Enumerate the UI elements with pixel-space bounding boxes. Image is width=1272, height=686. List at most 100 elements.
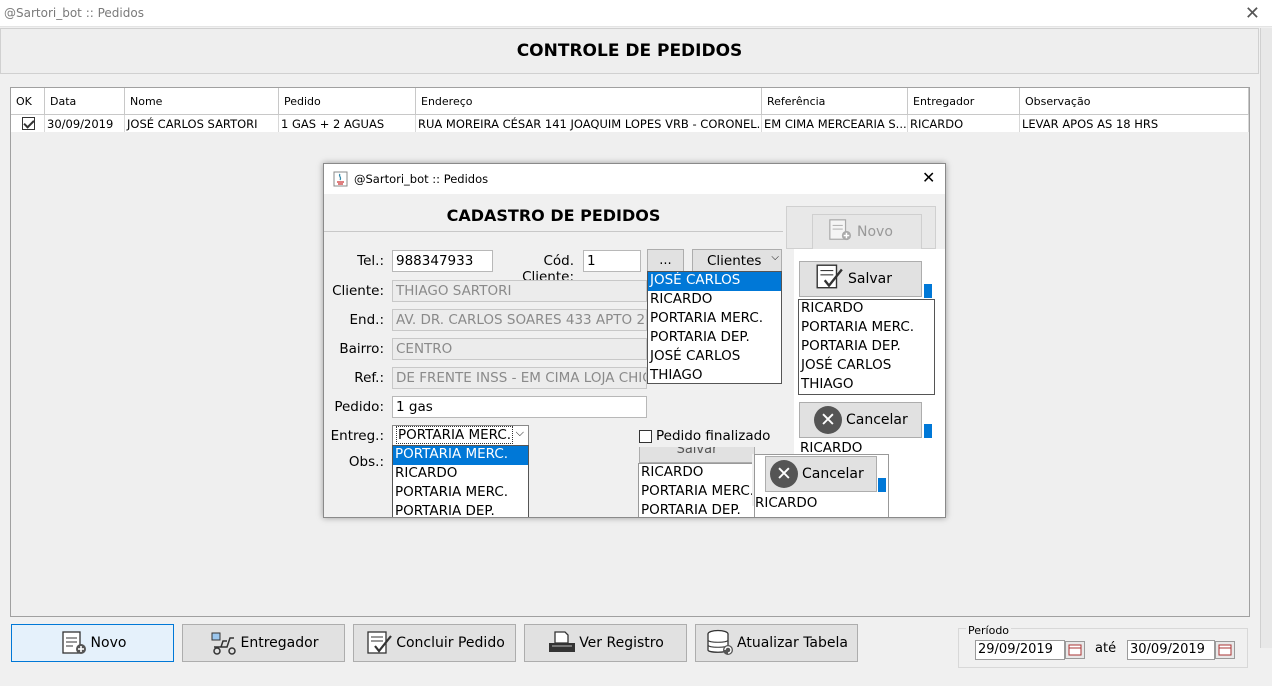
cadastro-dialog: @Sartori_bot :: Pedidos ✕ CADASTRO DE PE… <box>323 163 946 518</box>
pedido-label: Pedido: <box>334 399 384 415</box>
entreg-select[interactable]: PORTARIA MERC. ⌵ <box>392 425 529 446</box>
column-header-pedido[interactable]: Pedido <box>279 88 416 115</box>
list-item[interactable]: PORTARIA DEP. <box>799 338 934 357</box>
ghost-list[interactable]: RICARDO PORTARIA MERC. PORTARIA DEP. <box>638 463 755 517</box>
ref-field[interactable]: DE FRENTE INSS - EM CIMA LOJA CHICO <box>392 367 647 389</box>
clientes-dropdown-list[interactable]: JOSÉ CARLOS RICARDO PORTARIA MERC. PORTA… <box>647 271 782 384</box>
concluir-pedido-button-label: Concluir Pedido <box>396 635 505 651</box>
periodo-label: Período <box>966 624 1012 637</box>
entreg-dropdown-list[interactable]: PORTARIA MERC. RICARDO PORTARIA MERC. PO… <box>392 445 529 517</box>
list-item[interactable]: PORTARIA DEP. <box>648 329 781 348</box>
right-list[interactable]: RICARDO PORTARIA MERC. PORTARIA DEP. JOS… <box>798 299 935 395</box>
date-from-field[interactable]: 29/09/2019 <box>975 640 1065 660</box>
atualizar-tabela-button[interactable]: Atualizar Tabela <box>695 624 858 662</box>
ghost-ricardo2-text: RICARDO <box>755 495 818 511</box>
ghost-salvar-button[interactable]: Salvar <box>639 447 755 463</box>
column-header-ok[interactable]: OK <box>11 88 45 115</box>
clientes-button[interactable]: Clientes ⌵ <box>692 249 782 273</box>
row-nome-cell[interactable]: JOSÉ CARLOS SARTORI <box>125 115 279 132</box>
ok-checkbox[interactable] <box>22 117 35 130</box>
dialog-heading-panel: CADASTRO DE PEDIDOS <box>324 204 783 232</box>
list-item[interactable]: PORTARIA MERC. <box>639 483 754 502</box>
cliente-field[interactable]: THIAGO SARTORI <box>392 280 647 302</box>
dialog-heading: CADASTRO DE PEDIDOS <box>446 206 661 225</box>
novo-button[interactable]: Novo <box>11 624 174 662</box>
dialog-cancelar2-button[interactable]: ✕ Cancelar <box>765 456 877 492</box>
novo-button-label: Novo <box>90 635 127 651</box>
list-item[interactable]: JOSÉ CARLOS <box>648 272 781 291</box>
list-item[interactable]: PORTARIA MERC. <box>799 319 934 338</box>
concluir-pedido-button[interactable]: Concluir Pedido <box>353 624 516 662</box>
list-item[interactable]: PORTARIA MERC. <box>393 484 528 503</box>
document-check-icon <box>364 629 394 657</box>
ate-label: até <box>1095 641 1117 656</box>
calendar-icon <box>1218 644 1232 656</box>
ver-registro-button-label: Ver Registro <box>579 635 664 651</box>
list-item[interactable]: PORTARIA MERC. <box>648 310 781 329</box>
scroll-thumb[interactable] <box>924 284 932 298</box>
row-entregador-cell[interactable]: RICARDO <box>908 115 1020 132</box>
list-item[interactable]: RICARDO <box>648 291 781 310</box>
list-item[interactable]: THIAGO <box>648 367 781 383</box>
dialog-cancelar-button[interactable]: ✕ Cancelar <box>799 402 922 438</box>
window-scrollbar[interactable] <box>1260 28 1272 648</box>
calendar-from-button[interactable] <box>1065 641 1085 659</box>
database-refresh-icon <box>705 629 735 657</box>
close-icon[interactable]: ✕ <box>1245 3 1260 24</box>
obs-label: Obs.: <box>348 454 384 470</box>
column-header-referencia[interactable]: Referência <box>762 88 908 115</box>
list-item[interactable]: PORTARIA DEP. <box>639 502 754 517</box>
list-item[interactable]: PORTARIA DEP. <box>393 503 528 517</box>
row-observacao-cell[interactable]: LEVAR APOS AS 18 HRS <box>1020 115 1249 132</box>
document-check-icon <box>814 263 844 295</box>
column-header-data[interactable]: Data <box>45 88 125 115</box>
dialog-cancelar-label: Cancelar <box>846 412 908 428</box>
row-data-cell[interactable]: 30/09/2019 <box>45 115 125 132</box>
cod-cliente-field[interactable]: 1 <box>583 250 641 272</box>
pedido-finalizado-checkbox[interactable]: Pedido finalizado <box>639 425 772 447</box>
entreg-label: Entreg.: <box>330 428 384 444</box>
end-field[interactable]: AV. DR. CARLOS SOARES 433 APTO 203 <box>392 309 647 331</box>
list-item[interactable]: THIAGO <box>799 376 934 394</box>
ver-registro-button[interactable]: Ver Registro <box>524 624 687 662</box>
row-ok-cell[interactable] <box>11 115 45 132</box>
atualizar-tabela-button-label: Atualizar Tabela <box>737 635 848 651</box>
list-item[interactable]: RICARDO <box>639 464 754 483</box>
dialog-salvar-button[interactable]: Salvar <box>799 261 922 297</box>
dialog-novo-button[interactable]: Novo <box>812 214 922 250</box>
java-icon <box>333 171 348 190</box>
dialog-salvar-label: Salvar <box>848 271 892 287</box>
periodo-panel: Período 29/09/2019 até 30/09/2019 <box>958 624 1248 668</box>
date-to-field[interactable]: 30/09/2019 <box>1127 640 1215 660</box>
column-header-endereco[interactable]: Endereço <box>416 88 762 115</box>
entreg-selected-value: PORTARIA MERC. <box>396 426 514 444</box>
row-endereco-cell[interactable]: RUA MOREIRA CÉSAR 141 JOAQUIM LOPES VRB … <box>416 115 762 132</box>
list-item[interactable]: JOSÉ CARLOS <box>799 357 934 376</box>
scroll-thumb[interactable] <box>924 424 932 438</box>
entregador-button[interactable]: Entregador <box>182 624 345 662</box>
row-pedido-cell[interactable]: 1 GAS + 2 AGUAS <box>279 115 416 132</box>
bairro-label: Bairro: <box>339 341 384 357</box>
list-item[interactable]: RICARDO <box>799 300 934 319</box>
checkbox-box[interactable] <box>639 429 652 443</box>
calendar-to-button[interactable] <box>1215 641 1235 659</box>
column-header-nome[interactable]: Nome <box>125 88 279 115</box>
cancel-icon: ✕ <box>814 406 842 434</box>
tel-field[interactable]: 988347933 <box>392 250 493 272</box>
dialog-title-bar: @Sartori_bot :: Pedidos ✕ <box>324 164 945 194</box>
bairro-field[interactable]: CENTRO <box>392 338 647 360</box>
printer-icon <box>547 629 577 657</box>
column-header-entregador[interactable]: Entregador <box>908 88 1020 115</box>
dots-button[interactable]: ... <box>647 249 684 273</box>
pedido-field[interactable]: 1 gas <box>392 396 647 418</box>
chevron-down-icon: ⌵ <box>515 426 524 439</box>
scroll-thumb[interactable] <box>878 478 886 492</box>
dialog-novo-label: Novo <box>857 224 893 240</box>
list-item[interactable]: JOSÉ CARLOS <box>648 348 781 367</box>
row-referencia-cell[interactable]: EM CIMA MERCEARIA S... <box>762 115 908 132</box>
tel-label: Tel.: <box>357 253 384 269</box>
column-header-observacao[interactable]: Observação <box>1020 88 1249 115</box>
list-item[interactable]: RICARDO <box>393 465 528 484</box>
dialog-close-icon[interactable]: ✕ <box>922 168 935 187</box>
list-item[interactable]: PORTARIA MERC. <box>393 446 528 465</box>
